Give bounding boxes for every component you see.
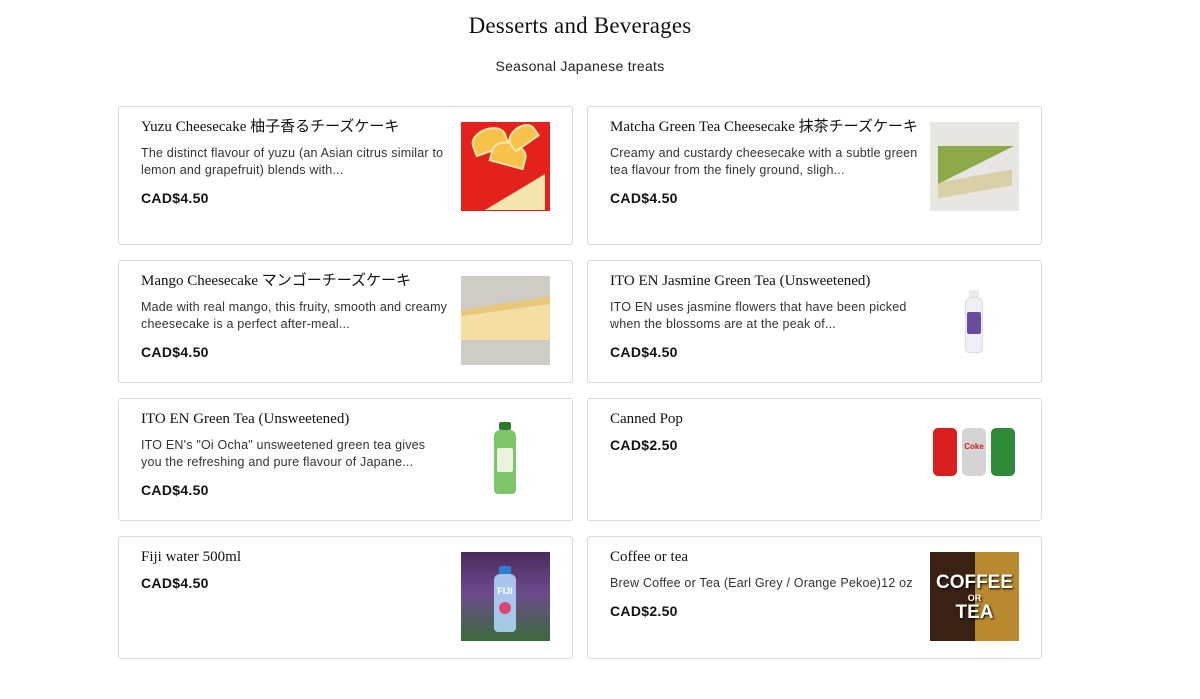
canned-pop-image: Coke (930, 414, 1019, 503)
menu-item-name: Mango Cheesecake マンゴーチーズケーキ (141, 273, 412, 289)
menu-item-price: CAD$2.50 (610, 603, 678, 619)
menu-item-card[interactable]: ITO EN Jasmine Green Tea (Unsweetened) I… (587, 260, 1042, 383)
menu-item-description: Creamy and custardy cheesecake with a su… (610, 146, 918, 177)
section-title: Desserts and Beverages (468, 13, 692, 38)
menu-item-card[interactable]: Mango Cheesecake マンゴーチーズケーキ Made with re… (118, 260, 573, 383)
menu-item-price: CAD$4.50 (141, 575, 209, 591)
menu-item-price: CAD$4.50 (610, 190, 678, 206)
menu-item-name: Yuzu Cheesecake 柚子香るチーズケーキ (141, 119, 400, 135)
menu-item-card[interactable]: Matcha Green Tea Cheesecake 抹茶チーズケーキ Cre… (587, 106, 1042, 245)
jasmine-tea-bottle-image (930, 276, 1019, 365)
coffee-word: COFFEE (935, 572, 1014, 593)
yuzu-cheesecake-image (461, 122, 550, 211)
menu-item-name: Coffee or tea (610, 549, 689, 565)
coffee-or-tea-image: COFFEE OR TEA (930, 552, 1019, 641)
menu-item-price: CAD$4.50 (141, 482, 209, 498)
menu-item-name: Fiji water 500ml (141, 549, 241, 565)
menu-item-price: CAD$4.50 (141, 344, 209, 360)
menu-item-description: ITO EN uses jasmine flowers that have be… (610, 300, 907, 331)
menu-item-name: ITO EN Green Tea (Unsweetened) (141, 411, 350, 427)
menu-item-price: CAD$4.50 (610, 344, 678, 360)
menu-item-card[interactable]: ITO EN Green Tea (Unsweetened) ITO EN's … (118, 398, 573, 521)
menu-item-text: ITO EN Green Tea (Unsweetened) ITO EN's … (141, 411, 449, 498)
green-tea-bottle-image (461, 414, 550, 503)
menu-item-name: Canned Pop (610, 411, 683, 427)
fiji-water-image: FIJI (461, 552, 550, 641)
menu-item-text: Matcha Green Tea Cheesecake 抹茶チーズケーキ Cre… (610, 119, 918, 206)
menu-item-price: CAD$2.50 (610, 437, 678, 453)
menu-item-text: Canned Pop CAD$2.50 (610, 411, 918, 453)
menu-item-name: ITO EN Jasmine Green Tea (Unsweetened) (610, 273, 871, 289)
menu-item-description: Brew Coffee or Tea (Earl Grey / Orange P… (610, 576, 913, 590)
mango-cheesecake-image (461, 276, 550, 365)
coke-label: Coke (964, 442, 984, 451)
fiji-label: FIJI (497, 586, 513, 596)
menu-item-card[interactable]: Coffee or tea Brew Coffee or Tea (Earl G… (587, 536, 1042, 659)
menu-item-name: Matcha Green Tea Cheesecake 抹茶チーズケーキ (610, 119, 918, 135)
menu-item-text: Mango Cheesecake マンゴーチーズケーキ Made with re… (141, 273, 449, 360)
menu-item-card[interactable]: Canned Pop CAD$2.50 Coke (587, 398, 1042, 521)
menu-item-text: Coffee or tea Brew Coffee or Tea (Earl G… (610, 549, 918, 619)
section-subtitle: Seasonal Japanese treats (495, 58, 665, 74)
menu-item-text: Yuzu Cheesecake 柚子香るチーズケーキ The distinct … (141, 119, 449, 206)
menu-item-text: Fiji water 500ml CAD$4.50 (141, 549, 449, 591)
matcha-cheesecake-image (930, 122, 1019, 211)
menu-item-description: Made with real mango, this fruity, smoot… (141, 300, 448, 331)
menu-item-card[interactable]: Yuzu Cheesecake 柚子香るチーズケーキ The distinct … (118, 106, 573, 245)
menu-item-description: The distinct flavour of yuzu (an Asian c… (141, 146, 444, 177)
tea-word: TEA (955, 602, 994, 623)
menu-item-description: ITO EN's "Oi Ocha" unsweetened green tea… (141, 438, 426, 469)
menu-item-text: ITO EN Jasmine Green Tea (Unsweetened) I… (610, 273, 918, 360)
menu-item-price: CAD$4.50 (141, 190, 209, 206)
menu-item-card[interactable]: Fiji water 500ml CAD$4.50 FIJI (118, 536, 573, 659)
